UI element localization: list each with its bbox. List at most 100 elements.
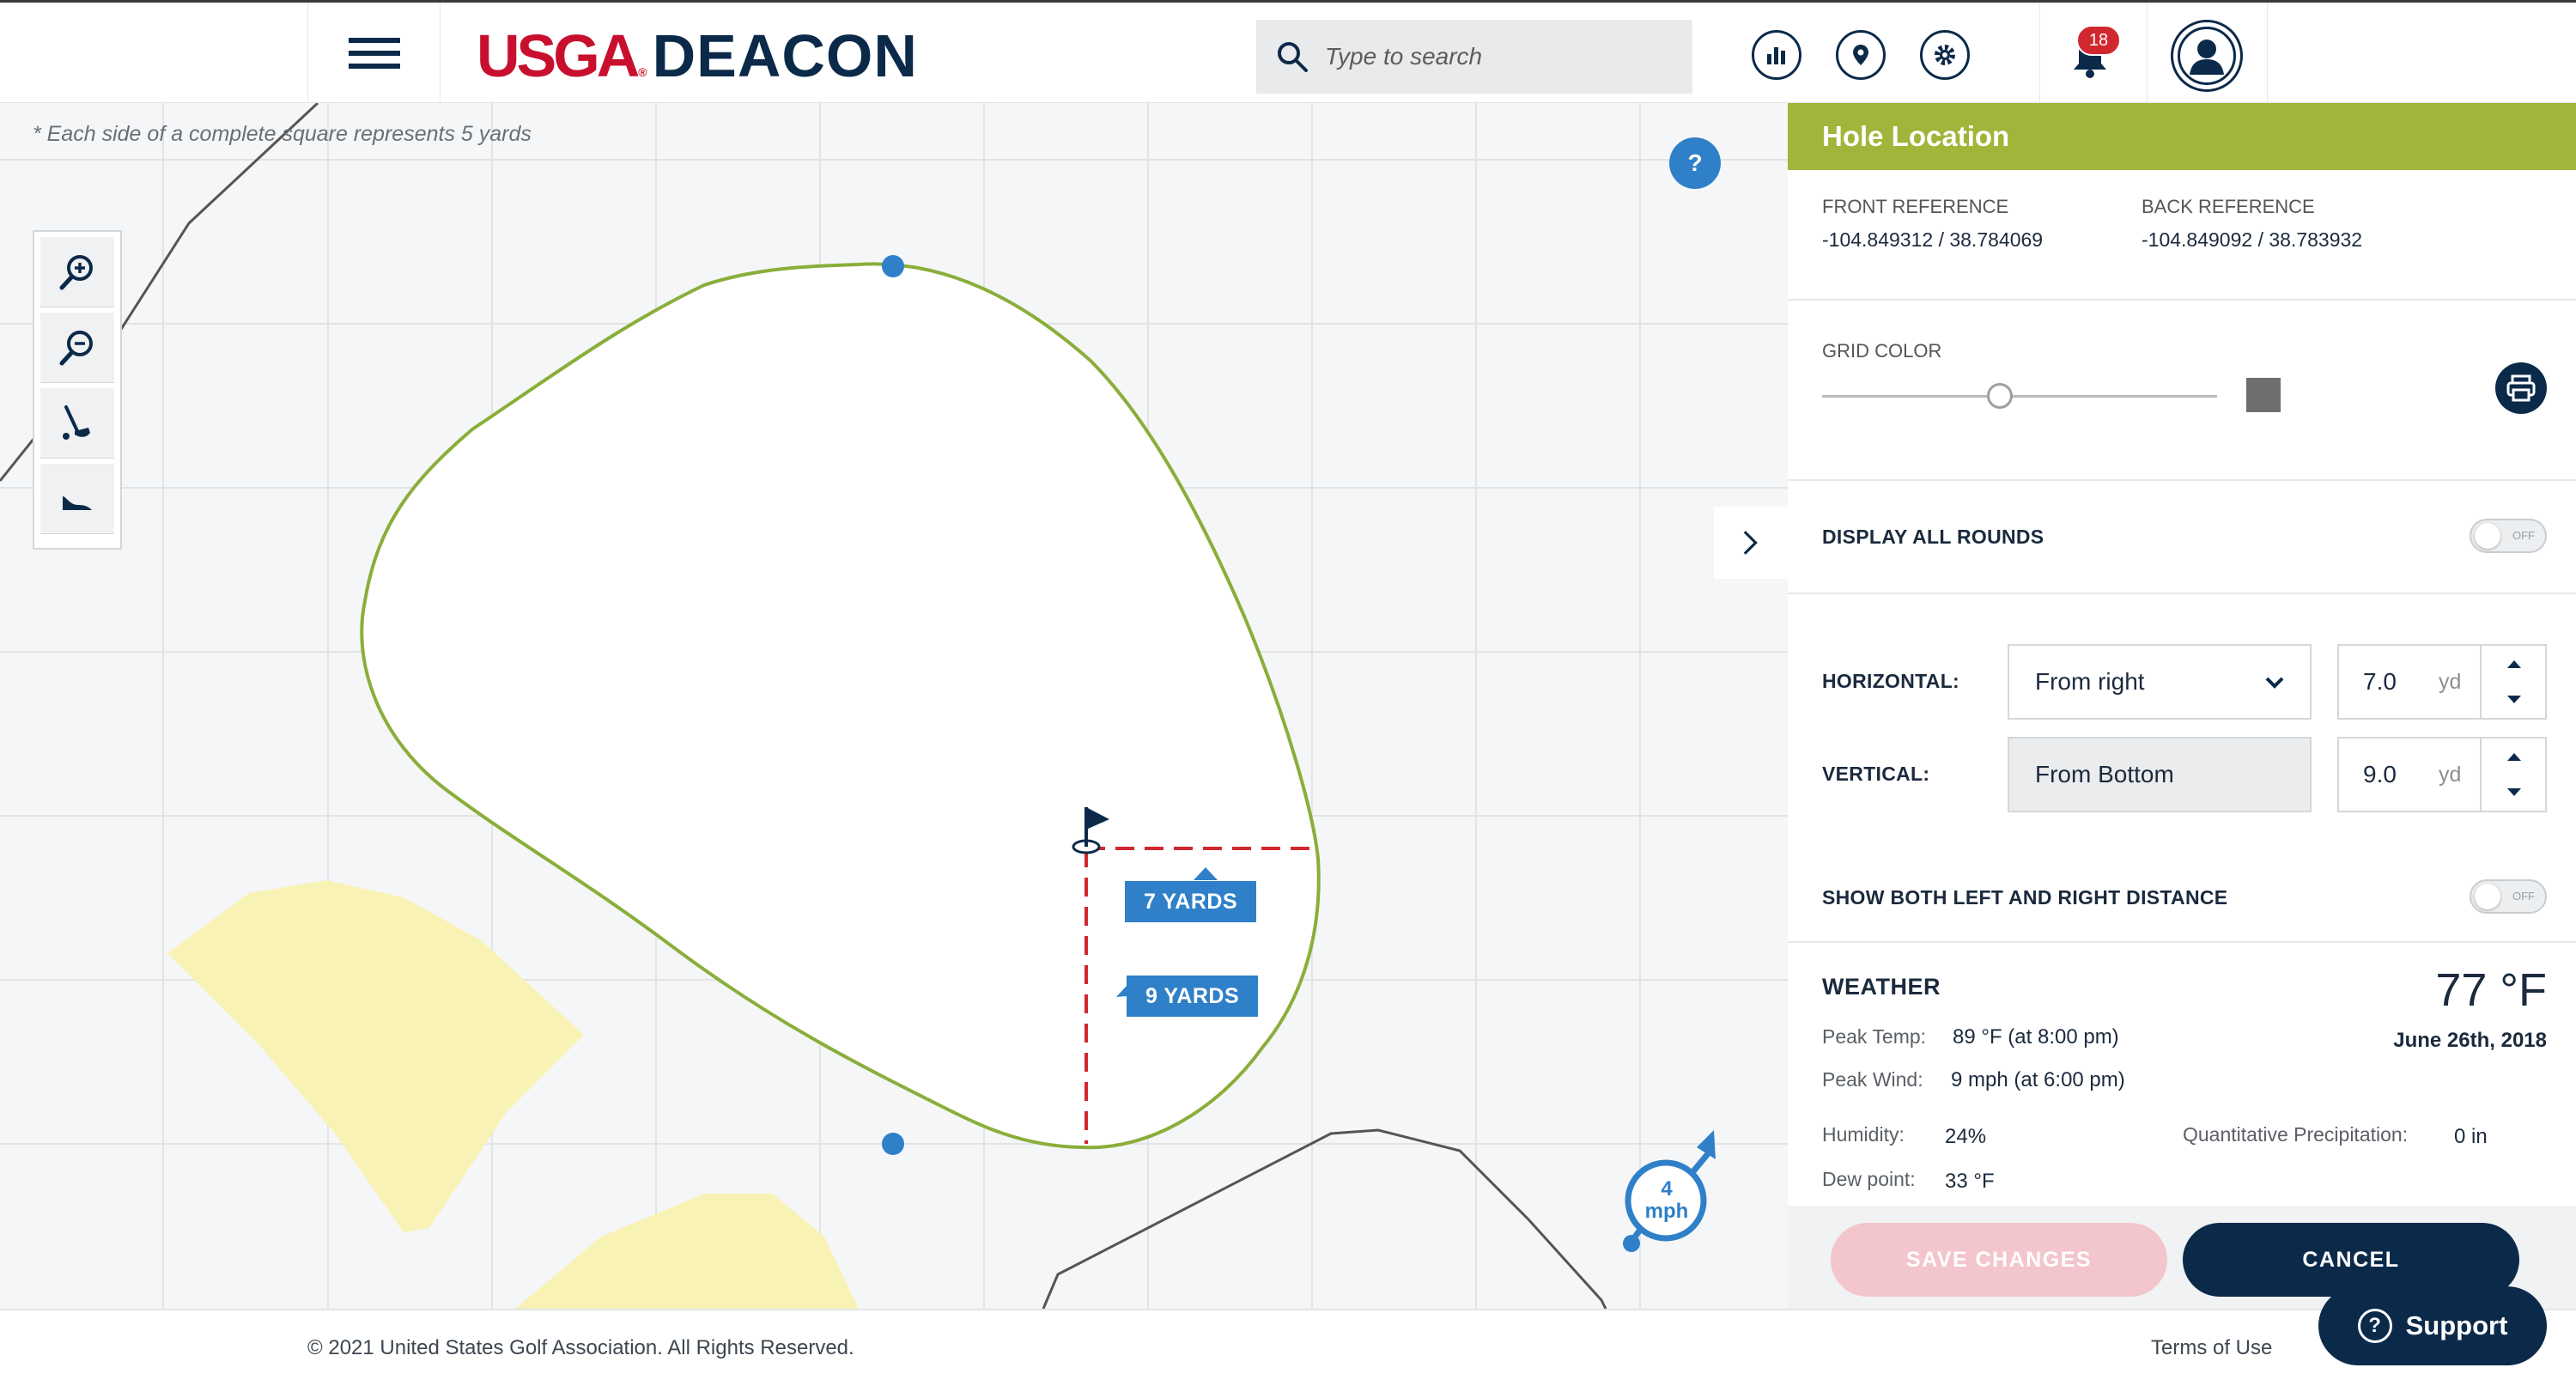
grid-color-swatch: [2246, 378, 2281, 412]
collapse-panel-button[interactable]: [1714, 507, 1788, 579]
page-footer: © 2021 United States Golf Association. A…: [0, 1309, 2576, 1386]
back-reference-label: BACK REFERENCE: [2142, 196, 2315, 217]
position-section: HORIZONTAL: From right 7.0 yd VERTICAL: …: [1788, 594, 2576, 943]
wind-speed-unit: mph: [1644, 1200, 1689, 1223]
chevron-right-icon: [1743, 531, 1758, 555]
copyright-text: © 2021 United States Golf Association. A…: [307, 1336, 854, 1359]
location-button[interactable]: [1836, 30, 1886, 80]
precipitation-label: Quantitative Precipitation:: [2183, 1123, 2409, 1146]
map-tools-panel: [33, 230, 122, 550]
peak-wind-value: 9 mph (at 6:00 pm): [1951, 1068, 2125, 1091]
dew-point-value: 33 °F: [1945, 1170, 1995, 1193]
vertical-select-value: From Bottom: [2035, 761, 2174, 787]
caret-down-icon: [2507, 696, 2521, 703]
green-map-canvas[interactable]: * Each side of a complete square represe…: [0, 103, 1788, 1309]
peak-temp-label: Peak Temp:: [1822, 1025, 1927, 1048]
toggle-knob: [2475, 884, 2500, 909]
display-rounds-section: DISPLAY ALL ROUNDS OFF: [1788, 481, 2576, 594]
vertical-distance-stepper: 9.0 yd: [2337, 737, 2547, 812]
slope-icon: [63, 495, 92, 510]
display-all-rounds-label: DISPLAY ALL ROUNDS: [1822, 526, 2044, 548]
zoom-out-icon: [59, 330, 93, 365]
bar-chart-icon: [1767, 47, 1785, 64]
top-header: USGA ® DEACON 18: [0, 0, 2576, 104]
search-input[interactable]: [1325, 43, 1668, 70]
caret-down-icon: [2507, 788, 2521, 796]
save-changes-button[interactable]: SAVE CHANGES: [1831, 1223, 2167, 1297]
zoom-in-icon: [59, 254, 93, 289]
back-reference-point: [882, 1133, 904, 1155]
panel-title: Hole Location: [1788, 103, 2576, 170]
show-both-distance-toggle[interactable]: OFF: [2470, 879, 2547, 914]
reference-section: FRONT REFERENCE -104.849312 / 38.784069 …: [1788, 170, 2576, 301]
weather-title: WEATHER: [1822, 974, 1941, 1000]
display-all-rounds-toggle[interactable]: OFF: [2470, 519, 2547, 553]
bunker-bottom: [515, 1194, 859, 1309]
printer-icon: [2506, 374, 2536, 402]
horizontal-increment-button[interactable]: [2480, 646, 2547, 682]
show-both-distance-label: SHOW BOTH LEFT AND RIGHT DISTANCE: [1822, 886, 2228, 909]
current-temperature: 77 °F: [2435, 964, 2547, 1016]
support-label: Support: [2405, 1310, 2508, 1340]
precipitation-value: 0 in: [2454, 1125, 2488, 1148]
toggle-knob: [2475, 523, 2500, 549]
header-divider: [2267, 3, 2268, 104]
gear-icon: [1935, 45, 1955, 65]
map-pin-icon: [1853, 45, 1868, 65]
horizontal-decrement-button[interactable]: [2480, 682, 2547, 718]
toggle-state-text: OFF: [2512, 529, 2535, 542]
grid-scale-note: * Each side of a complete square represe…: [33, 122, 532, 146]
caret-up-icon: [2507, 660, 2521, 668]
slope-tool-button[interactable]: [40, 464, 114, 534]
question-icon: ?: [2357, 1309, 2392, 1343]
golf-club-tool-button[interactable]: [40, 388, 114, 459]
front-reference-label: FRONT REFERENCE: [1822, 196, 2009, 217]
chevron-down-icon: [2265, 677, 2284, 689]
peak-wind-label: Peak Wind:: [1822, 1068, 1923, 1091]
print-button[interactable]: [2495, 362, 2547, 414]
terms-of-use-link[interactable]: Terms of Use: [2151, 1336, 2272, 1360]
support-button[interactable]: ? Support: [2318, 1286, 2547, 1365]
grid-color-section: GRID COLOR: [1788, 301, 2576, 481]
hole-location-panel: Hole Location FRONT REFERENCE -104.84931…: [1788, 103, 2576, 1309]
vertical-decrement-button[interactable]: [2480, 775, 2547, 811]
vertical-unit: yd: [2439, 763, 2462, 787]
zoom-in-button[interactable]: [40, 237, 114, 307]
stats-button[interactable]: [1752, 30, 1801, 80]
header-divider: [2147, 3, 2148, 104]
front-reference-value: -104.849312 / 38.784069: [1822, 228, 2044, 251]
golf-club-icon: [63, 404, 90, 440]
vertical-distance-input[interactable]: 9.0: [2363, 761, 2397, 788]
header-divider: [2039, 3, 2040, 104]
horizontal-distance-input[interactable]: 7.0: [2363, 668, 2397, 696]
vertical-direction-select: From Bottom: [2008, 737, 2312, 812]
humidity-value: 24%: [1945, 1125, 1987, 1148]
horizontal-distance-stepper: 7.0 yd: [2337, 644, 2547, 720]
wind-speed-readout: 4 mph: [1637, 1178, 1696, 1223]
logo-app-name: DEACON: [652, 22, 918, 89]
menu-icon: [348, 38, 400, 69]
weather-section: WEATHER 77 °F June 26th, 2018 Peak Temp:…: [1788, 943, 2576, 1207]
bunker-left: [167, 880, 584, 1232]
search-icon: [1278, 42, 1308, 72]
grid-color-slider-thumb[interactable]: [1987, 383, 2013, 409]
vertical-increment-button[interactable]: [2480, 739, 2547, 775]
grid-color-slider-track[interactable]: [1822, 395, 2217, 398]
hamburger-menu-button[interactable]: [307, 3, 440, 104]
weather-date: June 26th, 2018: [2393, 1029, 2547, 1052]
help-button[interactable]: ?: [1669, 137, 1721, 189]
fairway-edge-line: [1042, 1128, 1607, 1309]
user-avatar[interactable]: [2171, 20, 2243, 92]
dew-point-label: Dew point:: [1822, 1168, 1916, 1190]
user-icon: [2190, 40, 2224, 75]
settings-button[interactable]: [1920, 30, 1970, 80]
logo-registered-mark: ®: [638, 65, 647, 79]
horizontal-direction-select[interactable]: From right: [2008, 644, 2312, 720]
vertical-distance-label: 9 YARDS: [1127, 976, 1259, 1017]
horizontal-select-value: From right: [2035, 668, 2145, 695]
zoom-out-button[interactable]: [40, 313, 114, 383]
notification-badge: 18: [2076, 25, 2121, 56]
logo-usga-text: USGA: [477, 22, 640, 89]
usga-deacon-logo[interactable]: USGA ® DEACON: [477, 21, 918, 89]
horizontal-label: HORIZONTAL:: [1822, 670, 1960, 692]
